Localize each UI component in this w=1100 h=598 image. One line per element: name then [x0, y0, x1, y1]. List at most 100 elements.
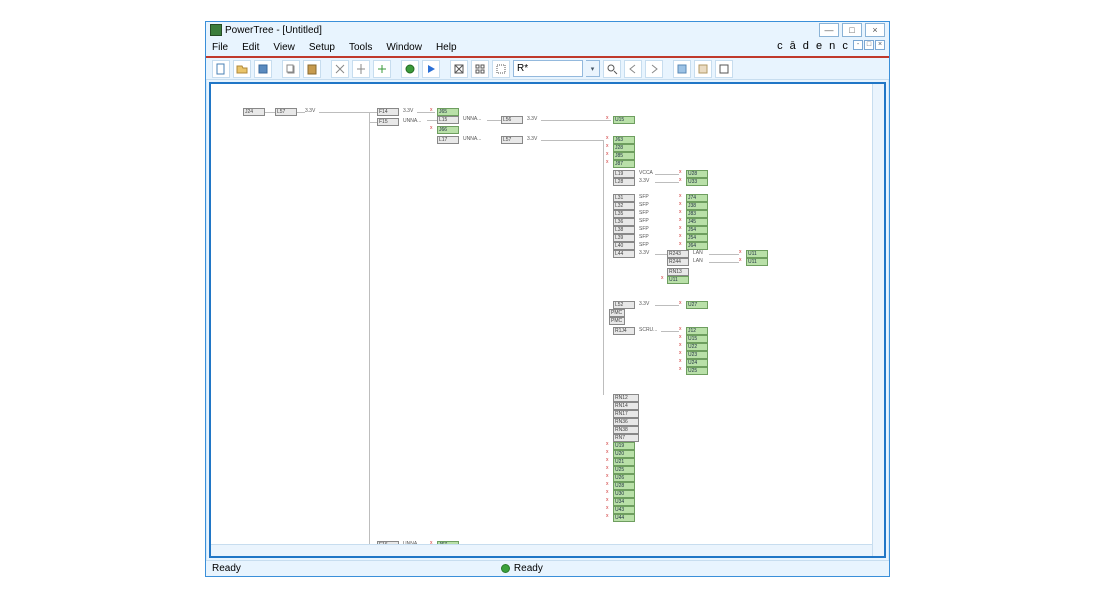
node-j66[interactable]: J66: [437, 126, 459, 134]
node-j12[interactable]: J12: [686, 327, 708, 335]
node-u25[interactable]: U25: [613, 466, 635, 474]
node-u11c[interactable]: U11: [667, 276, 689, 284]
node-u28[interactable]: U28: [686, 170, 708, 178]
node-l56[interactable]: L56: [501, 116, 523, 124]
close-button[interactable]: ×: [865, 23, 885, 37]
node-l31[interactable]: L31: [613, 194, 635, 202]
copy-icon[interactable]: [282, 60, 300, 78]
node-u19[interactable]: U19: [613, 442, 635, 450]
node-u24[interactable]: U24: [686, 359, 708, 367]
open-icon[interactable]: [233, 60, 251, 78]
zoom-icon[interactable]: [603, 60, 621, 78]
node-rn36[interactable]: RN36: [613, 418, 639, 426]
node-r244[interactable]: R244: [667, 258, 689, 266]
mdi-min-icon[interactable]: -: [853, 40, 863, 50]
node-u11b[interactable]: U11: [746, 258, 768, 266]
node-rn13[interactable]: RN13: [667, 268, 689, 276]
node-u15[interactable]: U15: [686, 335, 708, 343]
node-l35[interactable]: L35: [613, 210, 635, 218]
menu-edit[interactable]: Edit: [242, 42, 259, 53]
node-j45[interactable]: J45: [686, 218, 708, 226]
node-l38[interactable]: L38: [613, 226, 635, 234]
mdi-close-icon[interactable]: ×: [875, 40, 885, 50]
node-u25[interactable]: U25: [686, 367, 708, 375]
node-u43[interactable]: U43: [613, 506, 635, 514]
node-u28[interactable]: U28: [613, 482, 635, 490]
node-u27[interactable]: U27: [686, 301, 708, 309]
diagram-surface[interactable]: J24 L57 3.3V F14 3.3V x J65 L15 UNNA... …: [211, 84, 884, 556]
menu-tools[interactable]: Tools: [349, 42, 372, 53]
node-l39[interactable]: L39: [613, 234, 635, 242]
node-r1j4[interactable]: R1J4: [613, 327, 635, 335]
node-u33[interactable]: U33: [686, 178, 708, 186]
cut-icon[interactable]: [331, 60, 349, 78]
minimize-button[interactable]: —: [819, 23, 839, 37]
menu-window[interactable]: Window: [386, 42, 422, 53]
canvas[interactable]: J24 L57 3.3V F14 3.3V x J65 L15 UNNA... …: [209, 82, 886, 558]
maximize-button[interactable]: □: [842, 23, 862, 37]
node-u34[interactable]: U34: [613, 498, 635, 506]
node-j85[interactable]: J85: [613, 152, 635, 160]
search-input[interactable]: R*: [513, 60, 583, 77]
node-j28[interactable]: J28: [613, 144, 635, 152]
node-rn12[interactable]: RN12: [613, 394, 639, 402]
node-u30[interactable]: U30: [613, 490, 635, 498]
node-f15[interactable]: F15: [377, 118, 399, 126]
node-u20[interactable]: U20: [613, 450, 635, 458]
select-rect-icon[interactable]: [492, 60, 510, 78]
node-u15[interactable]: U15: [613, 116, 635, 124]
run-icon[interactable]: [422, 60, 440, 78]
fit-icon[interactable]: [450, 60, 468, 78]
node-r243[interactable]: R243: [667, 250, 689, 258]
node-l19[interactable]: L19: [613, 170, 635, 178]
scrollbar-horizontal[interactable]: [211, 544, 872, 556]
next-icon[interactable]: [645, 60, 663, 78]
node-j54[interactable]: J54: [686, 226, 708, 234]
node-rn7[interactable]: RN7: [613, 434, 639, 442]
menu-help[interactable]: Help: [436, 42, 457, 53]
node-j87[interactable]: J87: [613, 160, 635, 168]
tree-icon[interactable]: [352, 60, 370, 78]
node-f14[interactable]: F14: [377, 108, 399, 116]
globe-icon[interactable]: [401, 60, 419, 78]
search-dropdown-icon[interactable]: ▾: [586, 60, 600, 77]
node-pmc1[interactable]: PMC: [609, 309, 625, 317]
node-u11[interactable]: U11: [746, 250, 768, 258]
layout1-icon[interactable]: [673, 60, 691, 78]
node-j38[interactable]: J38: [686, 202, 708, 210]
paste-icon[interactable]: [303, 60, 321, 78]
node-l32[interactable]: L32: [613, 202, 635, 210]
menu-file[interactable]: File: [212, 42, 228, 53]
titlebar[interactable]: PowerTree - [Untitled] — □ ×: [206, 22, 889, 38]
node-l57b[interactable]: L57: [501, 136, 523, 144]
layout2-icon[interactable]: [694, 60, 712, 78]
save-icon[interactable]: [254, 60, 272, 78]
mdi-max-icon[interactable]: □: [864, 40, 874, 50]
menu-setup[interactable]: Setup: [309, 42, 335, 53]
node-rn14[interactable]: RN14: [613, 402, 639, 410]
node-j63[interactable]: J63: [613, 136, 635, 144]
node-j83[interactable]: J83: [686, 210, 708, 218]
scrollbar-vertical[interactable]: [872, 84, 884, 556]
node-u26[interactable]: U26: [613, 474, 635, 482]
node-u44[interactable]: U44: [613, 514, 635, 522]
node-l17[interactable]: L17: [437, 136, 459, 144]
node-l36[interactable]: L36: [613, 218, 635, 226]
node-j74[interactable]: J74: [686, 194, 708, 202]
node-u22[interactable]: U22: [686, 343, 708, 351]
new-icon[interactable]: [212, 60, 230, 78]
node-l15[interactable]: L15: [437, 116, 459, 124]
node-j24[interactable]: J24: [243, 108, 265, 116]
node-rn38[interactable]: RN38: [613, 426, 639, 434]
node-u21[interactable]: U21: [613, 458, 635, 466]
node-j54b[interactable]: J54: [686, 234, 708, 242]
add-icon[interactable]: [373, 60, 391, 78]
node-u23[interactable]: U23: [686, 351, 708, 359]
node-l57[interactable]: L57: [275, 108, 297, 116]
prev-icon[interactable]: [624, 60, 642, 78]
menu-view[interactable]: View: [273, 42, 295, 53]
node-pmc2[interactable]: PMC: [609, 317, 625, 325]
node-l52[interactable]: L52: [613, 301, 635, 309]
node-j65[interactable]: J65: [437, 108, 459, 116]
node-l40[interactable]: L40: [613, 242, 635, 250]
